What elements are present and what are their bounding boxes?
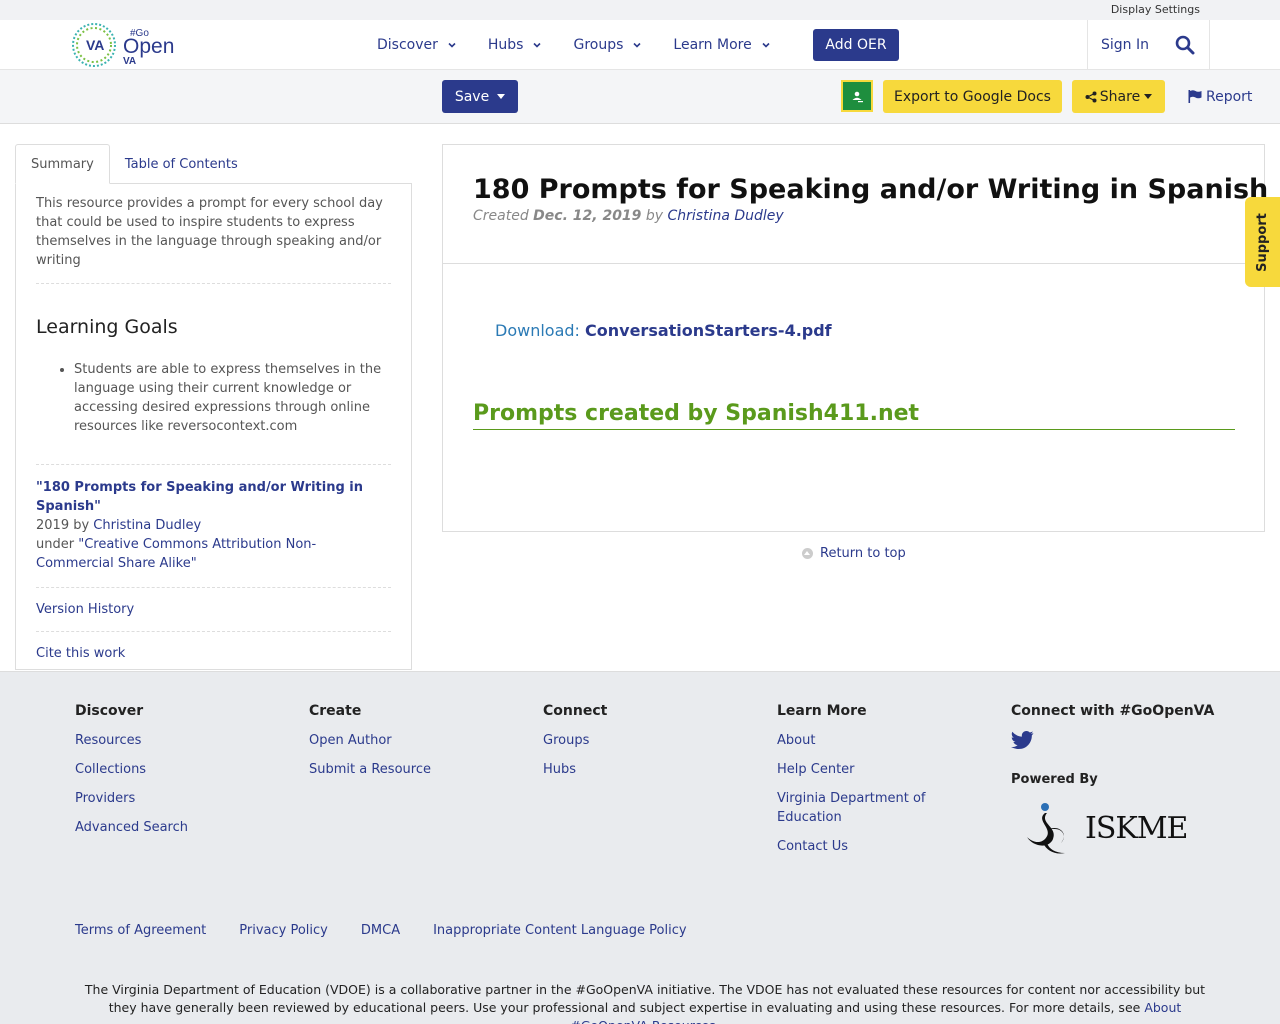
footer-col-social: Connect with #GoOpenVA Powered By ISKME <box>1010 703 1251 857</box>
google-classroom-icon <box>843 82 871 110</box>
footer-link-submit-resource[interactable]: Submit a Resource <box>309 760 509 779</box>
caret-down-icon <box>1144 94 1153 99</box>
nav-hubs[interactable]: Hubs <box>488 37 542 53</box>
footer-heading: Learn More <box>777 703 867 719</box>
vdoe-disclaimer: The Virginia Department of Education (VD… <box>75 981 1215 1024</box>
chevron-down-icon <box>448 42 456 48</box>
resource-content: 180 Prompts for Speaking and/or Writing … <box>442 144 1269 532</box>
learning-goals-list: Students are able to express themselves … <box>36 360 391 465</box>
site-header: VA #Go Open VA Discover Hubs Groups Lear… <box>0 20 1280 70</box>
footer-link-contact[interactable]: Contact Us <box>777 837 947 856</box>
content-policy-link[interactable]: Inappropriate Content Language Policy <box>433 923 686 938</box>
footer-col-connect: Connect Groups Hubs <box>543 703 743 789</box>
page-title: 180 Prompts for Speaking and/or Writing … <box>473 174 1269 205</box>
utility-bar: Display Settings <box>0 0 1280 20</box>
powered-by-label: Powered By <box>1011 772 1098 787</box>
footer-link-hubs[interactable]: Hubs <box>543 760 743 779</box>
prompts-heading: Prompts created by Spanish411.net <box>473 399 1235 430</box>
iskme-logo[interactable]: ISKME <box>1025 799 1251 857</box>
footer-link-providers[interactable]: Providers <box>75 789 275 808</box>
sidebar-tabs: Summary Table of Contents <box>15 144 412 184</box>
footer-col-create: Create Open Author Submit a Resource <box>309 703 509 789</box>
summary-panel: This resource provides a prompt for ever… <box>15 183 412 670</box>
nav-learn-more[interactable]: Learn More <box>673 37 770 53</box>
footer-heading: Connect <box>543 703 608 719</box>
tab-summary[interactable]: Summary <box>15 144 110 184</box>
arrow-up-circle-icon <box>802 548 813 559</box>
learning-goal-item: Students are able to express themselves … <box>74 360 391 436</box>
iskme-swirl-icon <box>1027 803 1065 854</box>
support-tab[interactable]: Support <box>1245 197 1280 287</box>
footer-link-collections[interactable]: Collections <box>75 760 275 779</box>
footer-link-open-author[interactable]: Open Author <box>309 731 509 750</box>
attribution: "180 Prompts for Speaking and/or Writing… <box>36 465 391 588</box>
tab-table-of-contents[interactable]: Table of Contents <box>110 144 253 184</box>
attribution-title-link[interactable]: "180 Prompts for Speaking and/or Writing… <box>36 480 363 514</box>
goopenva-logo[interactable]: VA #Go Open VA <box>70 20 180 70</box>
caret-down-icon <box>497 94 506 99</box>
share-icon <box>1085 91 1097 102</box>
svg-text:VA: VA <box>86 37 104 53</box>
site-footer: Discover Resources Collections Providers… <box>0 671 1280 1024</box>
footer-link-vdoe[interactable]: Virginia Department of Education <box>777 789 947 827</box>
main-nav: Discover Hubs Groups Learn More <box>377 20 802 70</box>
cite-work-link[interactable]: Cite this work <box>36 632 391 675</box>
footer-link-groups[interactable]: Groups <box>543 731 743 750</box>
resource-meta: Created Dec. 12, 2019 by Christina Dudle… <box>473 208 784 224</box>
footer-heading: Create <box>309 703 362 719</box>
dmca-link[interactable]: DMCA <box>361 923 400 938</box>
terms-link[interactable]: Terms of Agreement <box>75 923 206 938</box>
footer-link-help-center[interactable]: Help Center <box>777 760 947 779</box>
add-oer-button[interactable]: Add OER <box>813 29 899 61</box>
footer-heading: Connect with #GoOpenVA <box>1011 703 1215 719</box>
version-history-link[interactable]: Version History <box>36 588 391 632</box>
author-link[interactable]: Christina Dudley <box>668 208 784 224</box>
svg-text:Open: Open <box>123 35 174 58</box>
resource-sidebar: Summary Table of Contents This resource … <box>15 144 412 670</box>
footer-col-learn-more: Learn More About Help Center Virginia De… <box>777 703 947 866</box>
display-settings-link[interactable]: Display Settings <box>1111 3 1200 16</box>
share-button[interactable]: Share <box>1072 80 1165 113</box>
footer-col-discover: Discover Resources Collections Providers… <box>75 703 275 847</box>
download-file-link[interactable]: ConversationStarters-4.pdf <box>585 321 832 340</box>
sign-in-link[interactable]: Sign In <box>1101 37 1149 53</box>
footer-link-advanced-search[interactable]: Advanced Search <box>75 818 275 837</box>
footer-heading: Discover <box>75 703 144 719</box>
save-button[interactable]: Save <box>442 80 518 113</box>
privacy-link[interactable]: Privacy Policy <box>239 923 328 938</box>
license-link[interactable]: "Creative Commons Attribution Non-Commer… <box>36 537 316 571</box>
chevron-down-icon <box>633 42 641 48</box>
resource-toolbar: Save Export to Google Docs Share Report <box>0 70 1280 124</box>
flag-icon <box>1188 90 1202 103</box>
learning-goals-heading: Learning Goals <box>36 316 178 338</box>
chevron-down-icon <box>762 42 770 48</box>
account-area: Sign In <box>1087 20 1210 70</box>
twitter-icon[interactable] <box>1010 731 1034 750</box>
attribution-author-link[interactable]: Christina Dudley <box>93 518 201 533</box>
nav-groups[interactable]: Groups <box>573 37 641 53</box>
created-date: Dec. 12, 2019 <box>533 208 642 224</box>
return-to-top-link[interactable]: Return to top <box>802 546 906 561</box>
resource-description: This resource provides a prompt for ever… <box>36 194 391 284</box>
svg-text:VA: VA <box>123 56 136 67</box>
search-icon[interactable] <box>1175 35 1195 55</box>
download-row: Download: ConversationStarters-4.pdf <box>495 321 832 340</box>
nav-discover[interactable]: Discover <box>377 37 456 53</box>
export-google-docs-button[interactable]: Export to Google Docs <box>883 80 1062 113</box>
legal-links: Terms of Agreement Privacy Policy DMCA I… <box>75 923 720 938</box>
footer-link-resources[interactable]: Resources <box>75 731 275 750</box>
footer-link-about[interactable]: About <box>777 731 947 750</box>
chevron-down-icon <box>533 42 542 48</box>
report-button[interactable]: Report <box>1188 80 1252 113</box>
resource-header: 180 Prompts for Speaking and/or Writing … <box>443 145 1269 264</box>
google-classroom-button[interactable] <box>841 80 873 112</box>
